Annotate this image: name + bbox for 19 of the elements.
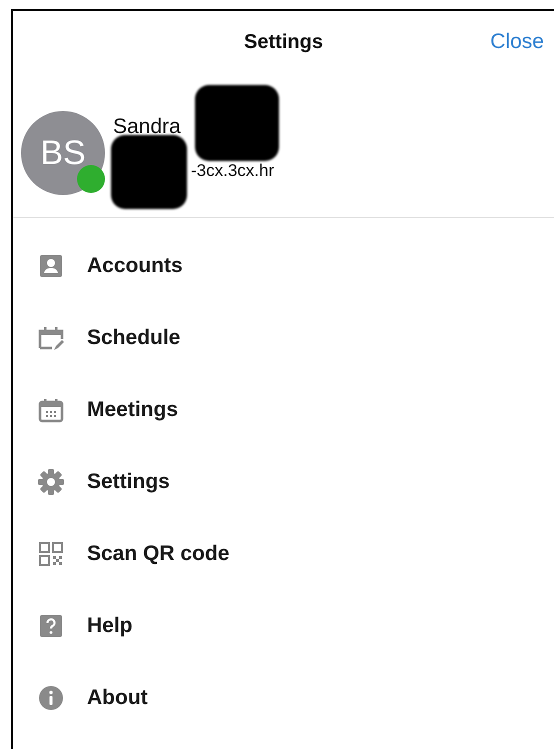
user-name: Sandra — [113, 115, 182, 139]
person-icon — [37, 252, 65, 280]
menu-item[interactable]: Schedule — [13, 302, 554, 374]
close-button[interactable]: Close — [490, 30, 554, 54]
avatar-initials: BS — [40, 134, 86, 172]
qr-code-icon — [37, 540, 65, 568]
menu-item[interactable]: Accounts — [13, 230, 554, 302]
menu-item[interactable]: Help — [13, 590, 554, 662]
calendar-edit-icon — [37, 324, 65, 352]
server-address: -3cx.3cx.hr — [191, 161, 274, 181]
menu-item[interactable]: Settings — [13, 446, 554, 518]
help-icon — [37, 612, 65, 640]
menu-item[interactable]: Meetings — [13, 374, 554, 446]
menu-item[interactable]: Scan QR code — [13, 518, 554, 590]
calendar-icon — [37, 396, 65, 424]
settings-icon — [37, 468, 65, 496]
screen-title: Settings — [244, 30, 323, 54]
menu-item[interactable]: About — [13, 662, 554, 734]
info-icon — [37, 684, 65, 712]
